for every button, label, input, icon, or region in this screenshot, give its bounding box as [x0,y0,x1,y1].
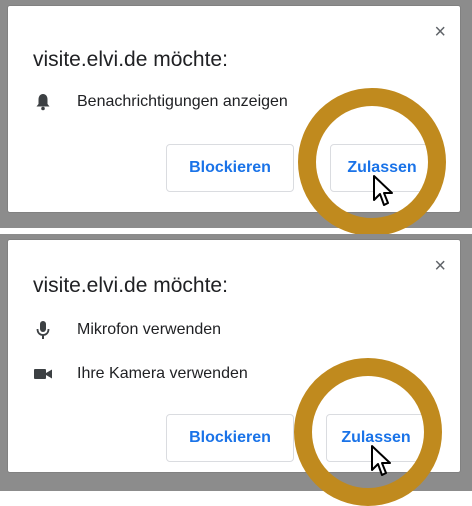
allow-button[interactable]: Zulassen [330,144,434,192]
permission-dialog: visite.elvi.de möchte: × Mikrofon verwen… [8,240,460,472]
permission-row-camera: Ihre Kamera verwenden [33,364,248,384]
close-icon[interactable]: × [434,256,446,276]
permission-prompt-notifications: visite.elvi.de möchte: × Benachrichtigun… [0,0,472,236]
block-button[interactable]: Blockieren [166,144,294,192]
permission-dialog: visite.elvi.de möchte: × Benachrichtigun… [8,6,460,212]
allow-button[interactable]: Zulassen [326,414,426,462]
permission-label: Benachrichtigungen anzeigen [77,93,288,110]
bell-icon [33,92,53,112]
permission-prompt-media: visite.elvi.de möchte: × Mikrofon verwen… [0,234,472,506]
permission-label: Ihre Kamera verwenden [77,365,248,382]
camera-icon [33,364,53,384]
permission-row-notifications: Benachrichtigungen anzeigen [33,92,288,112]
close-icon[interactable]: × [434,22,446,42]
dialog-title: visite.elvi.de möchte: [33,48,228,71]
microphone-icon [33,320,53,340]
dialog-title: visite.elvi.de möchte: [33,274,228,297]
permission-row-microphone: Mikrofon verwenden [33,320,221,340]
block-button[interactable]: Blockieren [166,414,294,462]
permission-label: Mikrofon verwenden [77,321,222,338]
